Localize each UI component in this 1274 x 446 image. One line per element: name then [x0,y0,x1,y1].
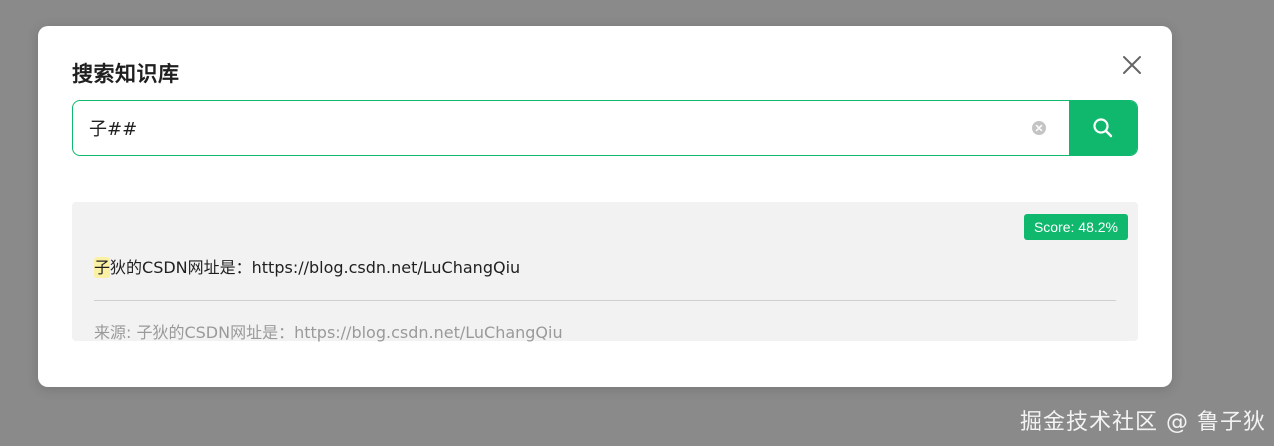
clear-button[interactable] [1031,120,1047,136]
close-button[interactable] [1120,53,1144,77]
result-source: 来源: 子狄的CSDN网址是：https://blog.csdn.net/LuC… [94,323,563,342]
search-input-wrapper [73,101,1069,155]
search-icon [1093,118,1113,138]
close-icon [1123,56,1141,74]
result-content-rest: 狄的CSDN网址是：https://blog.csdn.net/LuChangQ… [110,258,521,277]
search-bar [72,100,1138,156]
watermark: 掘金技术社区 @ 鲁子狄 [1020,410,1266,435]
clear-icon [1032,121,1046,135]
result-content: 子狄的CSDN网址是：https://blog.csdn.net/LuChang… [94,254,520,278]
search-button[interactable] [1069,101,1137,155]
search-result-card[interactable]: Score: 48.2% 子狄的CSDN网址是：https://blog.csd… [72,202,1138,342]
search-input[interactable] [73,101,1069,155]
dialog-title: 搜索知识库 [72,62,180,86]
result-divider [94,300,1116,301]
match-highlight: 子 [94,257,111,278]
search-knowledge-dialog: 搜索知识库 Score: 48.2% 子狄的CSDN网址是：https://bl… [38,26,1172,387]
score-badge: Score: 48.2% [1023,214,1128,240]
